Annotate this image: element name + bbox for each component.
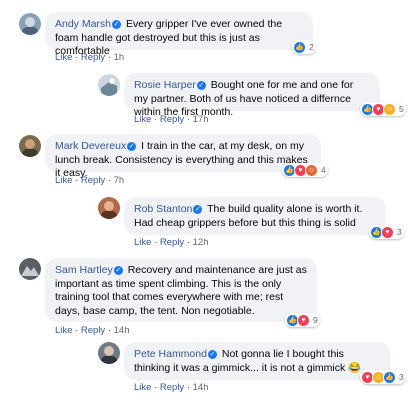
like-button[interactable]: Like (55, 175, 72, 186)
author-name[interactable]: Rob Stanton (134, 203, 192, 215)
author-name[interactable]: Mark Devereux (55, 140, 126, 152)
verified-badge-icon: ✓ (127, 142, 137, 151)
comment-bubble: Rob Stanton ✓ The build quality alone is … (124, 197, 386, 235)
verified-badge-icon: ✓ (113, 266, 123, 275)
comment-actions: Like · Reply · 17h (134, 114, 209, 125)
like-button[interactable]: Like (134, 237, 151, 248)
reaction-summary[interactable]: 👍 ♥ 3 (369, 225, 404, 239)
reply-button[interactable]: Reply (81, 175, 105, 186)
reply-button[interactable]: Reply (160, 114, 184, 125)
reaction-count: 2 (309, 42, 314, 52)
comment-bubble: Sam Hartley ✓ Recovery and maintenance ar… (45, 258, 317, 322)
reply-button[interactable]: Reply (81, 325, 105, 336)
like-button[interactable]: Like (55, 325, 72, 336)
timestamp[interactable]: 14h (114, 325, 130, 336)
author-name[interactable]: Sam Hartley (55, 264, 113, 276)
timestamp[interactable]: 7h (114, 175, 125, 186)
comment-actions: Like · Reply · 7h (55, 175, 125, 186)
comment-actions: Like · Reply · 14h (134, 382, 209, 393)
comment-bubble: Mark Devereux ✓ I train in the car, at my… (45, 134, 321, 179)
care-icon: ☺ (305, 163, 318, 177)
comment-actions: Like · Reply · 12h (134, 237, 209, 248)
verified-badge-icon: ✓ (112, 20, 122, 29)
reaction-count: 5 (399, 104, 404, 114)
avatar[interactable] (98, 342, 120, 364)
reaction-summary[interactable]: 👍 ♥ 9 (285, 313, 320, 327)
timestamp[interactable]: 12h (193, 237, 209, 248)
love-icon: ♥ (297, 313, 310, 327)
reaction-summary[interactable]: 👍 2 (292, 40, 316, 54)
comment-bubble: Andy Marsh ✓ Every gripper I've ever owne… (45, 12, 313, 57)
verified-badge-icon: ✓ (207, 350, 217, 359)
reaction-summary[interactable]: ♥ ☺ 👍 3 (360, 370, 406, 384)
comment-actions: Like · Reply · 1h (55, 52, 125, 63)
reply-button[interactable]: Reply (81, 52, 105, 63)
avatar[interactable] (98, 74, 120, 96)
reply-button[interactable]: Reply (160, 382, 184, 393)
timestamp[interactable]: 17h (193, 114, 209, 125)
love-icon: ♥ (381, 225, 394, 239)
reaction-count: 3 (397, 227, 402, 237)
reaction-count: 4 (321, 165, 326, 175)
reaction-count: 9 (313, 315, 318, 325)
reply-button[interactable]: Reply (160, 237, 184, 248)
author-name[interactable]: Andy Marsh (55, 18, 111, 30)
comment-bubble: Rosie Harper ✓ Bought one for me and one … (124, 73, 380, 118)
timestamp[interactable]: 1h (114, 52, 125, 63)
verified-badge-icon: ✓ (196, 81, 206, 90)
avatar[interactable] (19, 13, 41, 35)
like-button[interactable]: Like (134, 114, 151, 125)
like-button[interactable]: Like (134, 382, 151, 393)
like-icon: 👍 (383, 370, 396, 384)
haha-icon: ☺ (383, 102, 396, 116)
author-name[interactable]: Pete Hammond (134, 348, 207, 360)
comment-actions: Like · Reply · 14h (55, 325, 130, 336)
avatar[interactable] (98, 197, 120, 219)
timestamp[interactable]: 14h (193, 382, 209, 393)
reaction-count: 3 (399, 372, 404, 382)
like-icon: 👍 (293, 40, 306, 54)
reaction-summary[interactable]: 👍 ♥ ☺ 5 (360, 102, 406, 116)
avatar[interactable] (19, 258, 41, 280)
verified-badge-icon: ✓ (193, 205, 203, 214)
avatar[interactable] (19, 135, 41, 157)
comment-bubble: Pete Hammond ✓ Not gonna lie I bought thi… (124, 342, 390, 380)
author-name[interactable]: Rosie Harper (134, 79, 196, 91)
reaction-summary[interactable]: 👍 ♥ ☺ 4 (282, 163, 328, 177)
like-button[interactable]: Like (55, 52, 72, 63)
